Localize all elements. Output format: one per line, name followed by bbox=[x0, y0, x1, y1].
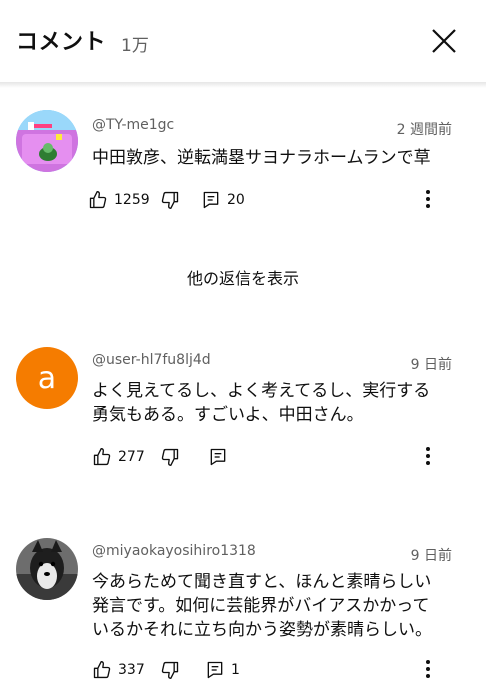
show-more-replies-button[interactable]: 他の返信を表示 bbox=[0, 265, 486, 289]
like-button[interactable]: 277 bbox=[92, 442, 145, 472]
comment-text-line: いるかそれに立ち向かう姿勢が素晴らしい。 bbox=[92, 620, 432, 640]
close-icon bbox=[432, 29, 456, 53]
comment-count: 1万 bbox=[121, 36, 149, 56]
header-divider bbox=[0, 82, 486, 88]
more-options-button[interactable] bbox=[418, 655, 438, 685]
comment-actions: 277 bbox=[88, 442, 468, 472]
comment-text-line: 勇気もある。すごいよ、中田さん。 bbox=[92, 405, 364, 425]
thumb-up-icon bbox=[93, 661, 111, 679]
reply-icon bbox=[207, 661, 223, 679]
more-vert-icon bbox=[426, 447, 430, 465]
comments-header: コメント 1万 bbox=[0, 0, 486, 82]
like-button[interactable]: 337 bbox=[92, 655, 145, 685]
dislike-button[interactable] bbox=[160, 655, 180, 685]
thumb-up-icon bbox=[93, 448, 111, 466]
reply-icon bbox=[203, 191, 219, 209]
thumb-down-icon bbox=[161, 661, 179, 679]
more-vert-icon bbox=[426, 190, 430, 208]
more-options-button[interactable] bbox=[418, 442, 438, 472]
comment-text-line: 今あらためて聞き直すと、ほんと素晴らしい bbox=[92, 572, 432, 592]
more-vert-icon bbox=[426, 660, 430, 678]
comment-text: 中田敦彦、逆転満塁サヨナラホームランで草 bbox=[92, 148, 431, 168]
comment-text-line: 発言です。如何に芸能界がバイアスかかって bbox=[92, 596, 430, 616]
comment-text: よく見えてるし、よく考えてるし、実行する 勇気もある。すごいよ、中田さん。 bbox=[92, 379, 462, 427]
comment-time: 2 週間前 bbox=[396, 122, 452, 138]
like-button[interactable]: 1259 bbox=[88, 185, 150, 215]
thumb-up-icon bbox=[89, 191, 107, 209]
comment-text-line: よく見えてるし、よく考えてるし、実行する bbox=[92, 381, 431, 401]
reply-button[interactable]: 1 bbox=[205, 655, 240, 685]
comment-author[interactable]: @TY-me1gc bbox=[92, 117, 174, 133]
avatar[interactable] bbox=[16, 110, 78, 172]
avatar[interactable] bbox=[16, 538, 78, 600]
more-options-button[interactable] bbox=[418, 185, 438, 215]
comment-author[interactable]: @user-hl7fu8lj4d bbox=[92, 352, 211, 368]
avatar[interactable]: a bbox=[16, 347, 78, 409]
comment-time: 9 日前 bbox=[410, 548, 452, 564]
reply-button[interactable]: 20 bbox=[201, 185, 245, 215]
dislike-button[interactable] bbox=[160, 185, 180, 215]
like-count: 337 bbox=[118, 662, 145, 678]
avatar-letter: a bbox=[37, 360, 57, 396]
comment-text: 今あらためて聞き直すと、ほんと素晴らしい 発言です。如何に芸能界がバイアスかかっ… bbox=[92, 570, 462, 642]
reply-count: 20 bbox=[227, 192, 245, 208]
reply-count: 1 bbox=[231, 662, 240, 678]
header-title: コメント bbox=[16, 30, 107, 55]
comment-time: 9 日前 bbox=[410, 357, 452, 373]
game-screenshot-avatar-icon bbox=[16, 110, 78, 172]
comment-actions: 1259 20 bbox=[88, 185, 468, 215]
reply-button[interactable] bbox=[208, 442, 228, 472]
comment-actions: 337 1 bbox=[88, 655, 468, 685]
dislike-button[interactable] bbox=[160, 442, 180, 472]
reply-icon bbox=[210, 448, 226, 466]
close-button[interactable] bbox=[428, 25, 460, 57]
dog-photo-avatar-icon bbox=[16, 538, 78, 600]
like-count: 277 bbox=[118, 449, 145, 465]
thumb-down-icon bbox=[161, 448, 179, 466]
like-count: 1259 bbox=[114, 192, 150, 208]
comment-author[interactable]: @miyaokayosihiro1318 bbox=[92, 543, 256, 559]
thumb-down-icon bbox=[161, 191, 179, 209]
